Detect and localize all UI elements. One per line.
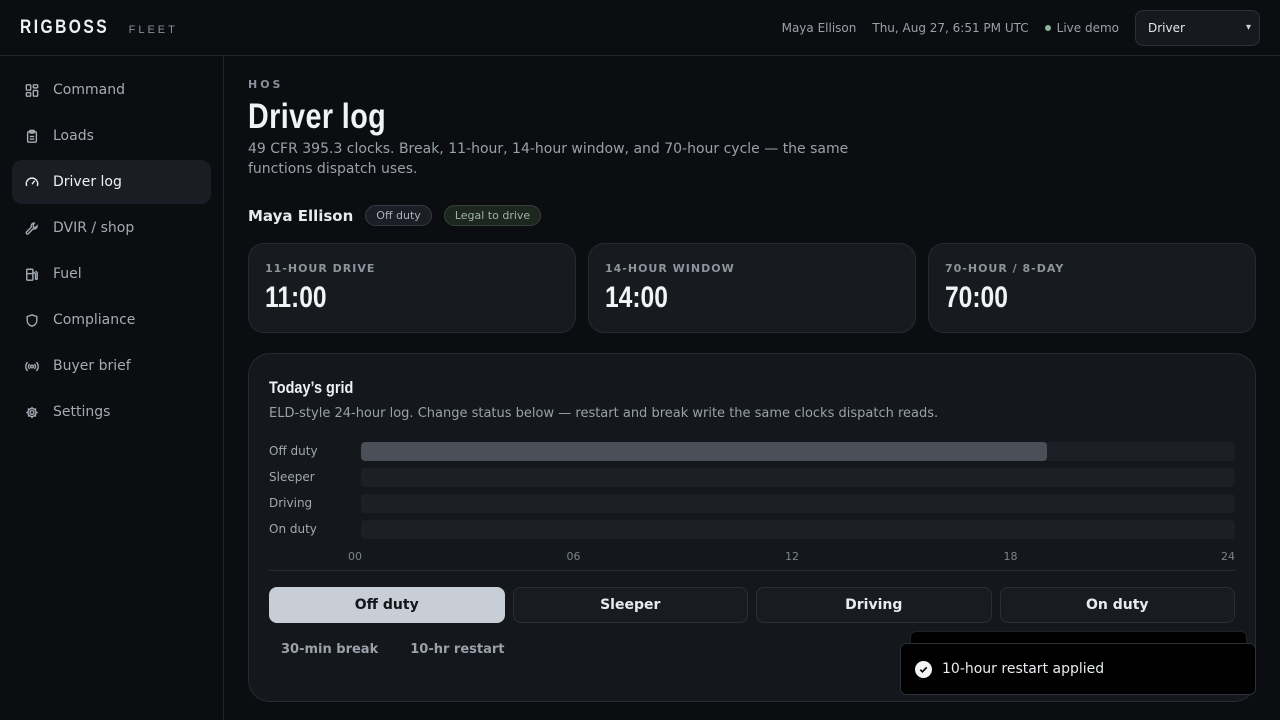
toast-message: 10-hour restart applied: [942, 661, 1105, 677]
grid-title: Today’s grid: [269, 378, 354, 397]
grid-row-driving: Driving: [269, 490, 1235, 516]
grid-row-sleeper: Sleeper: [269, 464, 1235, 490]
sidebar-item-fuel[interactable]: Fuel: [12, 252, 211, 296]
driver-name: Maya Ellison: [248, 206, 354, 225]
grid-row-label: Driving: [269, 496, 313, 510]
gear-icon: [25, 405, 39, 419]
axis-tick: 24: [1221, 550, 1235, 563]
shield-icon: [25, 313, 39, 327]
clock-card-70-hour: 70-HOUR / 8-DAY 70:00: [928, 243, 1256, 333]
brand-subtitle: FLEET: [128, 23, 178, 36]
axis-tick: 12: [785, 550, 799, 563]
live-indicator: Live demo: [1044, 20, 1119, 35]
grid-track: [361, 493, 1235, 513]
grid-time-axis: 00 06 12 18 24: [348, 542, 1235, 568]
brand[interactable]: RIGBOSS FLEET: [20, 17, 178, 39]
page-eyebrow: HOS: [248, 78, 284, 91]
brand-name: RIGBOSS: [20, 16, 110, 38]
grid-track: [361, 467, 1235, 487]
clipboard-icon: [25, 129, 39, 143]
sidebar-item-label: Fuel: [53, 266, 82, 282]
sidebar-item-buyer-brief[interactable]: Buyer brief: [12, 344, 211, 388]
sidebar-item-loads[interactable]: Loads: [12, 114, 211, 158]
sidebar-item-label: Buyer brief: [53, 358, 131, 374]
duty-segment: [361, 441, 1048, 461]
sidebar-item-label: Compliance: [53, 312, 136, 328]
sidebar-item-dvir-shop[interactable]: DVIR / shop: [12, 206, 211, 250]
status-button-sleeper[interactable]: Sleeper: [512, 587, 748, 623]
current-datetime: Thu, Aug 27, 6:51 PM UTC: [872, 20, 1029, 35]
clock-label: 11-HOUR DRIVE: [265, 262, 376, 275]
dashboard-icon: [25, 83, 39, 97]
sidebar-item-label: DVIR / shop: [53, 220, 135, 236]
status-button-on-duty[interactable]: On duty: [999, 587, 1235, 623]
live-dot-icon: [1044, 24, 1051, 31]
axis-tick: 00: [348, 550, 362, 563]
break-button[interactable]: 30-min break: [269, 633, 390, 665]
axis-tick: 18: [1003, 550, 1018, 563]
grid-track: [361, 441, 1235, 461]
current-user: Maya Ellison: [781, 20, 857, 35]
main-content: HOS Driver log 49 CFR 395.3 clocks. Brea…: [248, 56, 1256, 702]
status-button-off-duty[interactable]: Off duty: [269, 587, 505, 623]
status-button-driving[interactable]: Driving: [756, 587, 992, 623]
top-bar: RIGBOSS FLEET Maya Ellison Thu, Aug 27, …: [0, 0, 1280, 56]
page-title: Driver log: [248, 97, 387, 136]
clock-value: 70:00: [945, 281, 1008, 314]
sidebar-item-settings[interactable]: Settings: [12, 390, 211, 434]
restart-button[interactable]: 10-hr restart: [398, 633, 516, 665]
sidebar-item-label: Loads: [53, 128, 94, 144]
sidebar-item-label: Command: [53, 82, 125, 98]
header-meta: Maya Ellison Thu, Aug 27, 6:51 PM UTC Li…: [781, 9, 1260, 46]
clock-label: 70-HOUR / 8-DAY: [945, 262, 1065, 275]
clock-label: 14-HOUR WINDOW: [605, 262, 735, 275]
clock-card-11-hour: 11-HOUR DRIVE 11:00: [248, 243, 576, 333]
broadcast-icon: [25, 359, 39, 373]
live-label: Live demo: [1056, 20, 1119, 35]
eld-grid: Off duty Sleeper Driving On duty 00 06 1…: [269, 438, 1235, 568]
status-badge: Off duty: [365, 205, 432, 226]
role-select[interactable]: Driver ▾: [1135, 9, 1260, 46]
driver-summary: Maya Ellison Off duty Legal to drive: [248, 205, 1256, 226]
role-select-value: Driver: [1148, 20, 1185, 35]
wrench-icon: [25, 221, 39, 235]
grid-row-on-duty: On duty: [269, 516, 1235, 542]
legal-badge: Legal to drive: [443, 205, 542, 226]
sidebar: Command Loads Driver log DVIR / shop Fue…: [0, 56, 224, 720]
grid-row-off-duty: Off duty: [269, 438, 1235, 464]
sidebar-item-label: Settings: [53, 404, 111, 420]
grid-row-label: Off duty: [269, 444, 318, 458]
check-circle-icon: [915, 660, 932, 678]
gauge-icon: [25, 175, 39, 189]
clock-value: 11:00: [265, 281, 327, 314]
sidebar-item-compliance[interactable]: Compliance: [12, 298, 211, 342]
sidebar-item-driver-log[interactable]: Driver log: [12, 160, 211, 204]
clock-card-14-hour: 14-HOUR WINDOW 14:00: [588, 243, 916, 333]
hos-clocks: 11-HOUR DRIVE 11:00 14-HOUR WINDOW 14:00…: [248, 243, 1256, 333]
page-description: 49 CFR 395.3 clocks. Break, 11-hour, 14-…: [248, 141, 849, 177]
grid-description: ELD-style 24-hour log. Change status bel…: [269, 406, 939, 421]
grid-row-label: On duty: [269, 522, 317, 536]
fuel-pump-icon: [25, 267, 39, 281]
status-selector: Off duty Sleeper Driving On duty: [269, 587, 1235, 623]
divider: [269, 570, 1235, 571]
grid-row-label: Sleeper: [269, 470, 315, 484]
axis-tick: 06: [566, 550, 581, 563]
chevron-down-icon: ▾: [1245, 22, 1251, 33]
sidebar-item-command[interactable]: Command: [12, 68, 211, 112]
sidebar-item-label: Driver log: [53, 174, 122, 190]
grid-track: [361, 519, 1235, 539]
clock-value: 14:00: [605, 281, 668, 314]
toast-notification[interactable]: 10-hour restart applied: [900, 643, 1256, 695]
